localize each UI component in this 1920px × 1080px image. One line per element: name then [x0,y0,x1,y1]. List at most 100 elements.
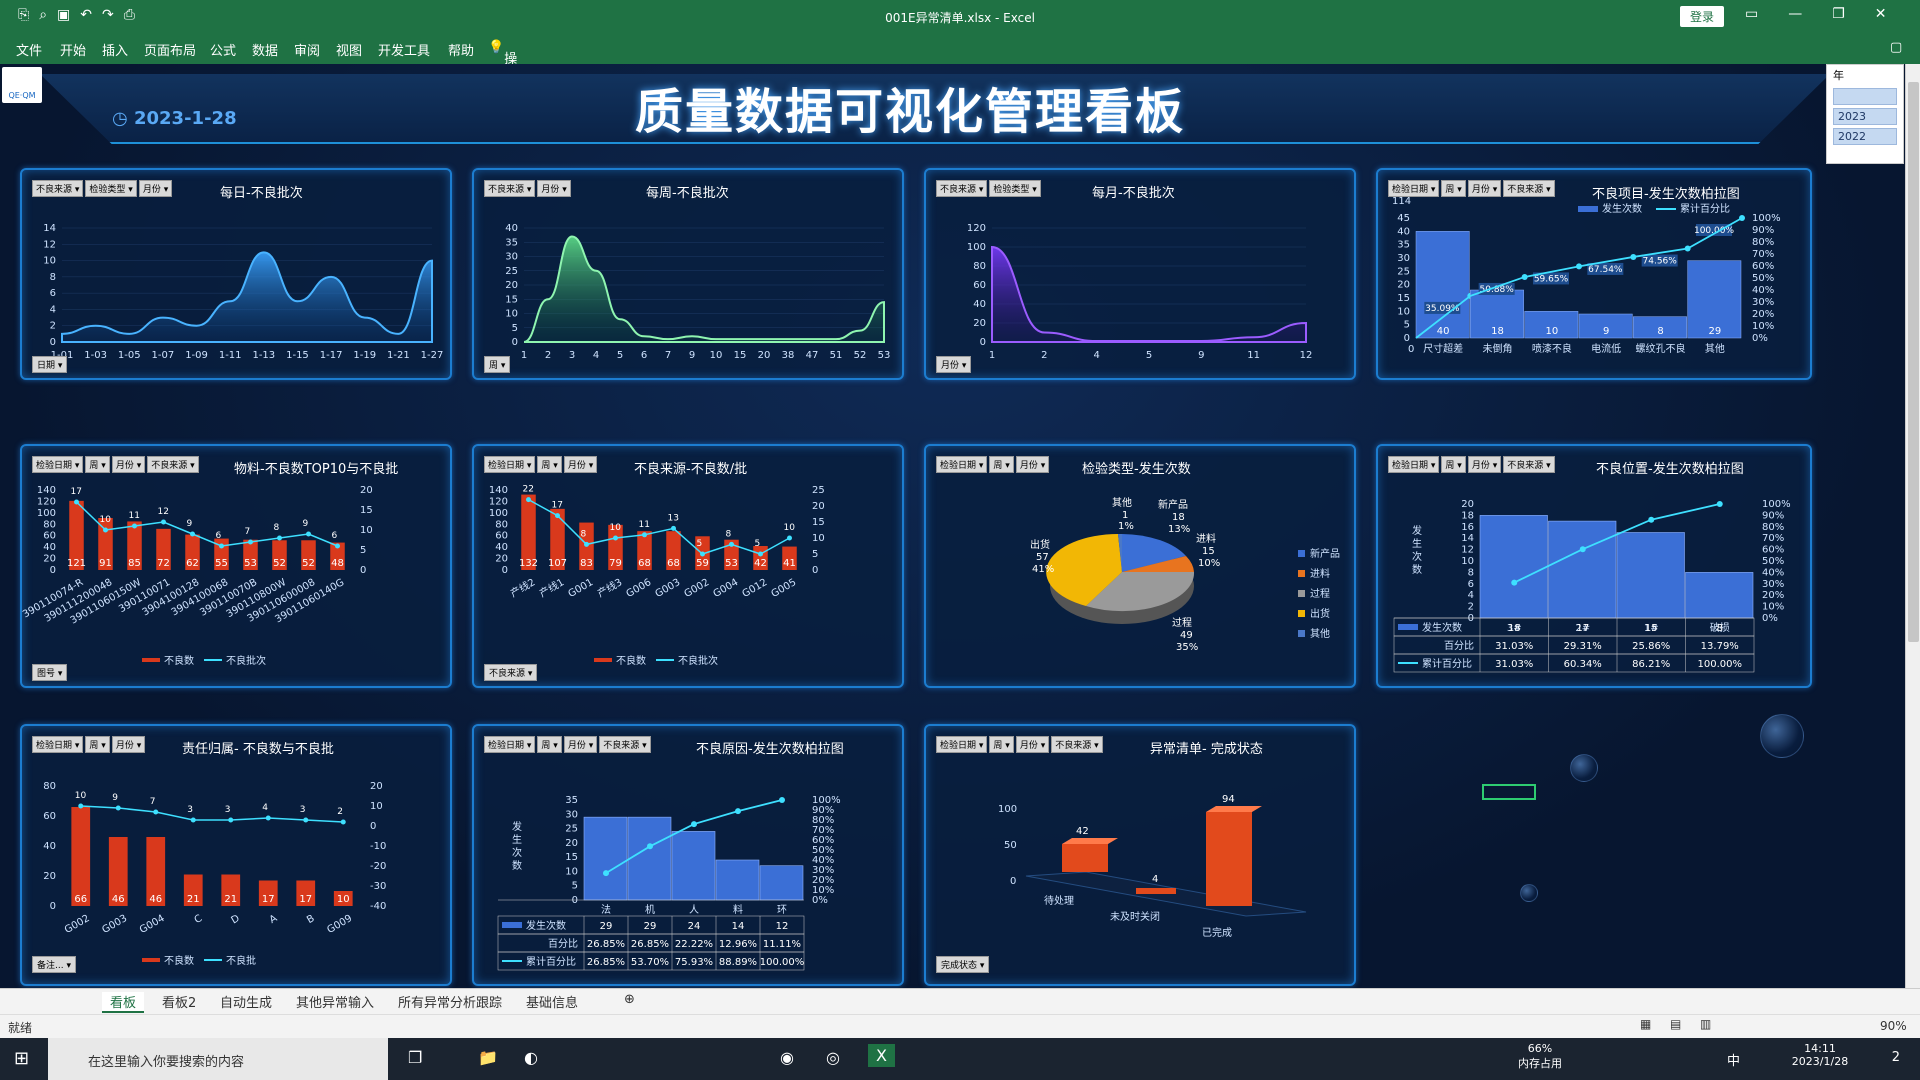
y-tick: 10 [1461,556,1474,567]
tab-help[interactable]: 帮助 [448,40,474,59]
y-tick: 12 [43,239,56,250]
y-tick: 40 [43,542,56,553]
filter-week[interactable]: 周 [484,356,511,373]
filter-source[interactable]: 不良来源 [484,664,538,681]
table-column-header: 料 [733,903,743,916]
y-tick: 80 [43,781,56,792]
bar [1685,572,1754,619]
bubble-decoration [1520,884,1538,902]
restore-icon[interactable]: ❐ [1832,6,1845,22]
y-tick: 50 [1004,840,1017,851]
filter-drawing-no[interactable]: 图号 [32,664,68,681]
view-page-break-icon[interactable]: ▥ [1700,1017,1711,1031]
x-tick: G005 [770,577,799,600]
y-tick: 0 [1404,333,1410,344]
bar [583,816,628,901]
y-tick: 5 [1404,320,1410,331]
tab-home[interactable]: 开始 [60,40,86,59]
taskbar-search[interactable]: 在这里输入你要搜索的内容 [48,1038,388,1080]
file-explorer-icon[interactable]: 📁 [478,1048,498,1067]
edge-icon[interactable]: ◐ [524,1048,538,1067]
ribbon-display-icon[interactable]: ▭ [1745,6,1758,22]
table-cell: 86.21% [1632,659,1670,670]
filter-month[interactable]: 月份 [936,356,972,373]
sheet-tab-basic-info[interactable]: 基础信息 [526,992,578,1011]
tab-data[interactable]: 数据 [252,40,278,59]
sheet-tab-other-input[interactable]: 其他异常输入 [296,992,374,1011]
ime-indicator[interactable]: 中 [1727,1050,1740,1069]
notification-count[interactable]: 2 [1892,1050,1900,1065]
legend-swatch [1298,610,1305,617]
vertical-scrollbar[interactable] [1905,64,1920,988]
selected-cell[interactable] [1482,784,1536,800]
tell-me-search[interactable]: 💡 操作说明搜索 [488,40,517,162]
tab-review[interactable]: 审阅 [294,40,320,59]
legend-line: 不良批 [226,954,256,967]
chrome-icon[interactable]: ◎ [826,1048,840,1067]
y2-tick: 40% [1762,567,1784,578]
close-icon[interactable]: ✕ [1875,6,1887,22]
y-tick: 8 [1468,567,1474,578]
filter-remark[interactable]: 备注... [32,956,76,973]
minimize-icon[interactable]: — [1788,6,1802,22]
tab-formulas[interactable]: 公式 [210,40,236,59]
sheet-tab-dashboard2[interactable]: 看板2 [162,992,196,1011]
table-legend-swatch [1398,624,1418,630]
scroll-thumb[interactable] [1908,82,1919,642]
sheet-tab-dashboard[interactable]: 看板 [102,992,145,1013]
y-tick: 0 [502,565,508,576]
slicer-item-2022[interactable]: 2022 [1833,128,1897,145]
y2-tick: 10 [360,525,373,536]
tab-developer[interactable]: 开发工具 [378,40,430,59]
view-page-layout-icon[interactable]: ▤ [1670,1017,1681,1031]
filter-date[interactable]: 日期 [32,356,68,373]
x-tick: 20 [758,350,771,361]
line-value: 13 [668,513,679,523]
login-button[interactable]: 登录 [1680,6,1725,27]
y2-tick: -10 [370,841,386,852]
y2-tick: 10 [370,801,383,812]
y2-tick: 0% [1762,613,1778,624]
task-view-icon[interactable]: ❐ [408,1048,422,1067]
sheet-tab-auto[interactable]: 自动生成 [220,992,272,1011]
x-tick: 9 [689,350,695,361]
x-tick: 1-17 [320,350,343,361]
excel-icon[interactable]: X [868,1044,895,1067]
x-tick: G002 [63,913,92,936]
date-value: 2023-1-28 [133,108,237,129]
table-cell: 22.22% [675,939,713,950]
legend-label: 出货 [1310,607,1330,620]
sheet-tab-analysis[interactable]: 所有异常分析跟踪 [398,992,502,1011]
y-tick: 100 [967,242,986,253]
wechat-icon[interactable]: ◉ [780,1048,794,1067]
value-completed: 94 [1222,794,1235,805]
tab-view[interactable]: 视图 [336,40,362,59]
filter-status[interactable]: 完成状态 [936,956,990,973]
y-tick: 20 [1397,280,1410,291]
tab-insert[interactable]: 插入 [102,40,128,59]
x-tick: 53 [878,350,891,361]
y-tick: 80 [43,519,56,530]
table-cell: 26.85% [631,939,669,950]
tab-page-layout[interactable]: 页面布局 [144,40,196,59]
y2-tick: -20 [370,861,386,872]
inspection-pie: 其他 1 1% 新产品 18 13% 进料 15 10% 过程 49 35% 出… [1030,496,1340,653]
add-sheet-icon[interactable]: ⊕ [624,992,635,1007]
view-normal-icon[interactable]: ▦ [1640,1017,1651,1031]
y2-tick: 60% [1752,261,1774,272]
legend-count: 发生次数 [1602,202,1642,215]
bar-value: 68 [638,558,651,569]
slicer-item[interactable] [1833,88,1897,105]
line-value: 6 [332,531,338,541]
comments-icon[interactable]: ▢ [1890,40,1902,55]
windows-start-icon[interactable]: ⊞ [14,1048,29,1069]
y-tick: 60 [973,280,986,291]
monthly-series [991,245,1307,343]
y2-tick: 10% [1762,602,1784,613]
tab-file[interactable]: 文件 [16,40,42,59]
zoom-level[interactable]: 90% [1880,1019,1907,1033]
bar-value: 85 [128,558,141,569]
slicer-item-2023[interactable]: 2023 [1833,108,1897,125]
clock[interactable]: 14:11 2023/1/28 [1780,1042,1860,1068]
pie-value-other: 1 [1122,510,1128,521]
